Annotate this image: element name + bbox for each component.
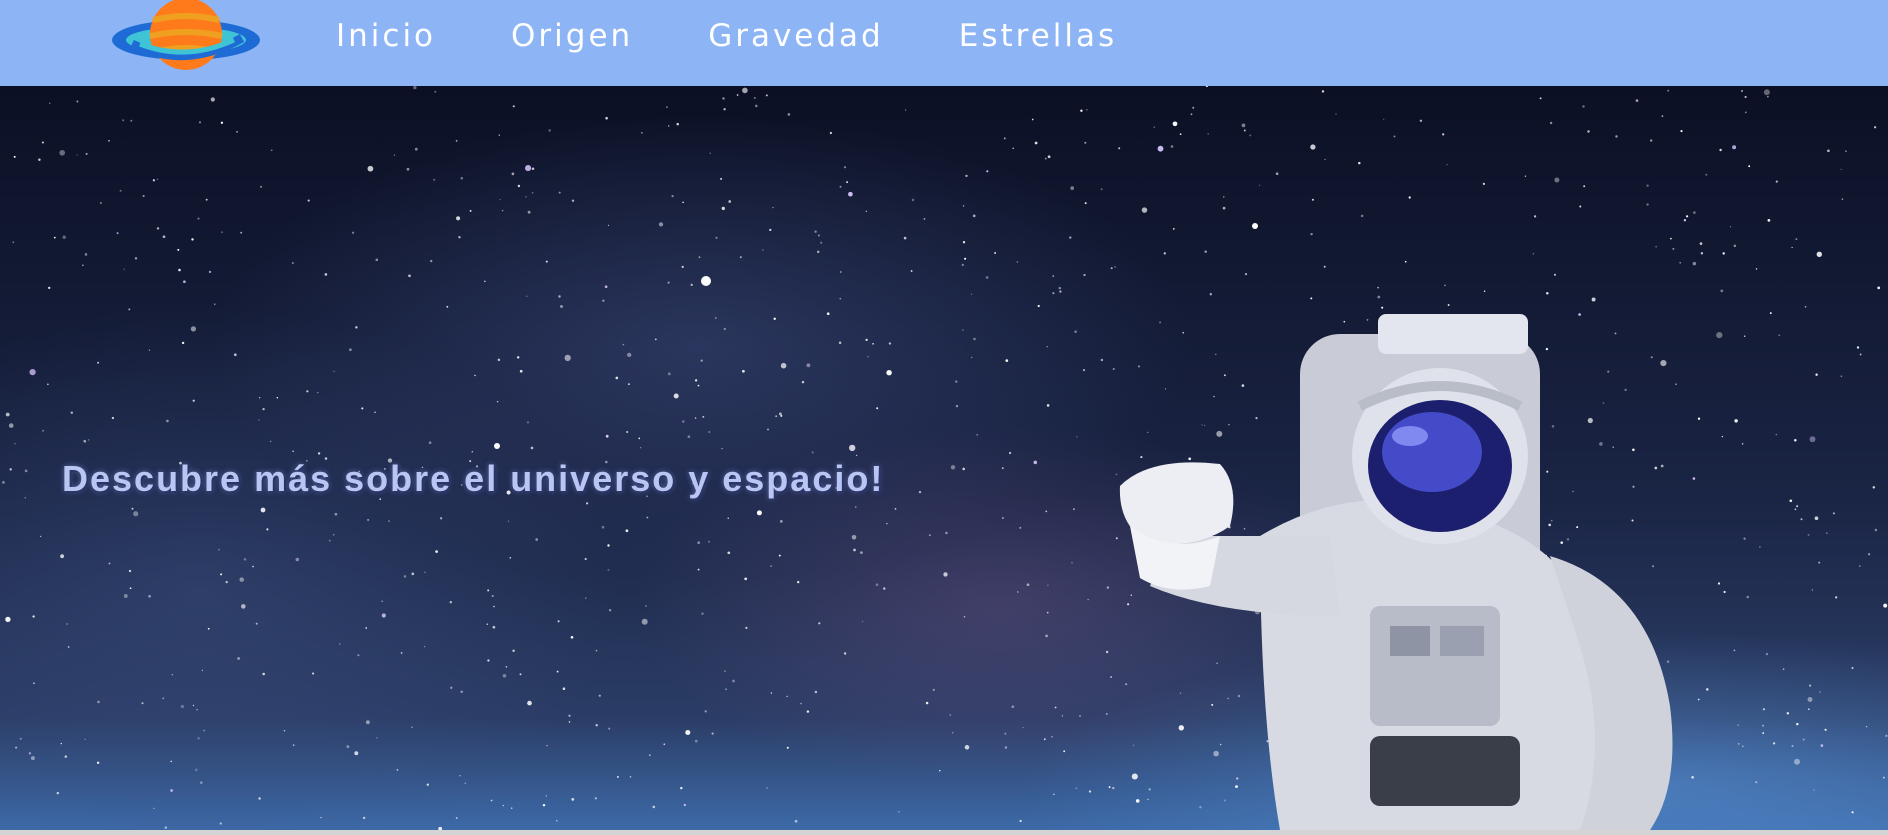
main-nav: Inicio Origen Gravedad Estrellas: [336, 14, 1192, 58]
top-navbar: Inicio Origen Gravedad Estrellas: [0, 0, 1888, 86]
astronaut-image: [1119, 314, 1673, 830]
page-bottom-edge: [0, 830, 1888, 835]
hero-title: Descubre más sobre el universo y espacio…: [62, 458, 885, 499]
nav-link-estrellas[interactable]: Estrellas: [959, 14, 1117, 58]
planet-icon[interactable]: [108, 0, 264, 76]
nav-link-inicio[interactable]: Inicio: [336, 14, 436, 58]
nav-link-origen[interactable]: Origen: [511, 14, 633, 58]
nav-link-gravedad[interactable]: Gravedad: [708, 14, 884, 58]
hero-banner: Descubre más sobre el universo y espacio…: [0, 86, 1888, 830]
